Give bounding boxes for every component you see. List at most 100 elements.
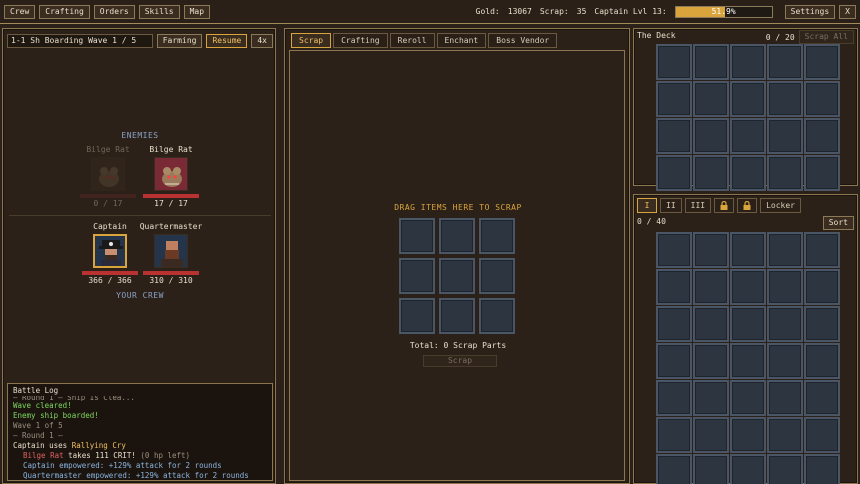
scrap-slot[interactable] bbox=[399, 258, 435, 294]
deck-slot[interactable] bbox=[656, 81, 692, 117]
inventory-slot[interactable] bbox=[767, 417, 803, 453]
settings-button[interactable]: Settings bbox=[784, 4, 836, 19]
scrap-slot[interactable] bbox=[399, 298, 435, 334]
inventory-slot[interactable] bbox=[656, 269, 692, 305]
inventory-slot[interactable] bbox=[767, 232, 803, 268]
nav-skills-button[interactable]: Skills bbox=[138, 4, 180, 19]
scrap-button[interactable]: Scrap bbox=[423, 355, 497, 367]
inventory-slot[interactable] bbox=[730, 454, 766, 484]
inventory-slot[interactable] bbox=[656, 232, 692, 268]
unit-hp: 17 / 17 bbox=[154, 199, 188, 208]
deck-slot[interactable] bbox=[656, 118, 692, 154]
inventory-slot[interactable] bbox=[730, 232, 766, 268]
scrap-slot[interactable] bbox=[479, 218, 515, 254]
inventory-tab-3[interactable]: III bbox=[684, 198, 712, 213]
deck-slot[interactable] bbox=[730, 118, 766, 154]
deck-slot[interactable] bbox=[804, 81, 840, 117]
scrap-slot[interactable] bbox=[439, 258, 475, 294]
deck-slot[interactable] bbox=[693, 81, 729, 117]
inventory-slot[interactable] bbox=[767, 269, 803, 305]
deck-slot[interactable] bbox=[804, 155, 840, 191]
scrap-slot[interactable] bbox=[439, 298, 475, 334]
deck-title: The Deck bbox=[637, 31, 676, 40]
inventory-slot[interactable] bbox=[656, 306, 692, 342]
sort-button[interactable]: Sort bbox=[822, 216, 854, 230]
gold-label: Gold: bbox=[475, 7, 500, 16]
enemy-unit[interactable]: Bilge Rat 17 / 17 bbox=[136, 145, 206, 209]
nav-map-button[interactable]: Map bbox=[183, 4, 211, 19]
enemy-unit[interactable]: Bilge Rat 0 / 17 bbox=[73, 145, 143, 209]
deck-slot[interactable] bbox=[730, 155, 766, 191]
tab-scrap[interactable]: Scrap bbox=[291, 33, 332, 48]
tab-reroll[interactable]: Reroll bbox=[389, 33, 435, 48]
inventory-slot[interactable] bbox=[767, 380, 803, 416]
inventory-slot[interactable] bbox=[693, 454, 729, 484]
scrap-slot[interactable] bbox=[479, 298, 515, 334]
inventory-slot[interactable] bbox=[804, 417, 840, 453]
inventory-slot[interactable] bbox=[730, 380, 766, 416]
inventory-slot[interactable] bbox=[804, 232, 840, 268]
inventory-slot[interactable] bbox=[656, 454, 692, 484]
inventory-slot[interactable] bbox=[804, 306, 840, 342]
inventory-slot[interactable] bbox=[730, 417, 766, 453]
log-title: Battle Log bbox=[13, 386, 59, 395]
inventory-slot[interactable] bbox=[693, 232, 729, 268]
inventory-tab-2[interactable]: II bbox=[660, 198, 682, 213]
scrap-slot[interactable] bbox=[439, 218, 475, 254]
locked-tab[interactable] bbox=[737, 198, 758, 213]
inventory-slot[interactable] bbox=[656, 343, 692, 379]
inventory-slot[interactable] bbox=[804, 380, 840, 416]
deck-slot[interactable] bbox=[656, 155, 692, 191]
locked-tab[interactable] bbox=[714, 198, 735, 213]
inventory-slot[interactable] bbox=[693, 269, 729, 305]
log-target: Bilge Rat bbox=[23, 451, 64, 460]
deck-slot[interactable] bbox=[767, 81, 803, 117]
nav-crafting-button[interactable]: Crafting bbox=[39, 4, 90, 19]
inventory-slot[interactable] bbox=[693, 343, 729, 379]
deck-slot[interactable] bbox=[767, 155, 803, 191]
inventory-slot[interactable] bbox=[767, 454, 803, 484]
scrap-slot[interactable] bbox=[479, 258, 515, 294]
deck-slot[interactable] bbox=[767, 118, 803, 154]
tab-crafting[interactable]: Crafting bbox=[333, 33, 388, 48]
locker-tab[interactable]: Locker bbox=[760, 198, 801, 213]
inventory-slot[interactable] bbox=[693, 417, 729, 453]
deck-slot[interactable] bbox=[693, 44, 729, 80]
crew-unit[interactable]: Quartermaster 310 / 310 bbox=[136, 222, 206, 286]
nav-orders-button[interactable]: Orders bbox=[93, 4, 135, 19]
log-line: Bilge Rat takes 111 CRIT! (0 hp left) bbox=[13, 451, 267, 461]
inventory-slot[interactable] bbox=[804, 343, 840, 379]
quartermaster-icon bbox=[161, 241, 183, 267]
deck-slot[interactable] bbox=[730, 81, 766, 117]
deck-slot[interactable] bbox=[804, 118, 840, 154]
tab-enchant[interactable]: Enchant bbox=[436, 33, 487, 48]
inventory-slot[interactable] bbox=[656, 417, 692, 453]
deck-slot[interactable] bbox=[656, 44, 692, 80]
inventory-slot[interactable] bbox=[730, 269, 766, 305]
inventory-tab-1[interactable]: I bbox=[637, 198, 657, 213]
farming-button[interactable]: Farming bbox=[156, 34, 203, 48]
scrap-slot[interactable] bbox=[399, 218, 435, 254]
resume-button[interactable]: Resume bbox=[206, 34, 248, 48]
speed-button[interactable]: 4x bbox=[251, 34, 273, 48]
tab-boss-vendor[interactable]: Boss Vendor bbox=[488, 33, 558, 48]
inventory-slot[interactable] bbox=[804, 269, 840, 305]
nav-crew-button[interactable]: Crew bbox=[4, 4, 36, 19]
inventory-slot[interactable] bbox=[767, 343, 803, 379]
deck-slot[interactable] bbox=[730, 44, 766, 80]
battle-log[interactable]: Battle Log — Round 1 — Ship Is Clea... W… bbox=[7, 383, 273, 481]
inventory-slot[interactable] bbox=[656, 380, 692, 416]
inventory-slot[interactable] bbox=[730, 343, 766, 379]
inventory-slot[interactable] bbox=[730, 306, 766, 342]
deck-slot[interactable] bbox=[804, 44, 840, 80]
inventory-slot[interactable] bbox=[693, 306, 729, 342]
deck-slot[interactable] bbox=[767, 44, 803, 80]
close-button[interactable]: X bbox=[839, 4, 856, 19]
inventory-slot[interactable] bbox=[767, 306, 803, 342]
inventory-slot[interactable] bbox=[804, 454, 840, 484]
crew-unit[interactable]: Captain 366 / 366 bbox=[75, 222, 145, 286]
deck-slot[interactable] bbox=[693, 155, 729, 191]
inventory-slot[interactable] bbox=[693, 380, 729, 416]
deck-slot[interactable] bbox=[693, 118, 729, 154]
scrap-all-button[interactable]: Scrap All bbox=[798, 30, 854, 44]
